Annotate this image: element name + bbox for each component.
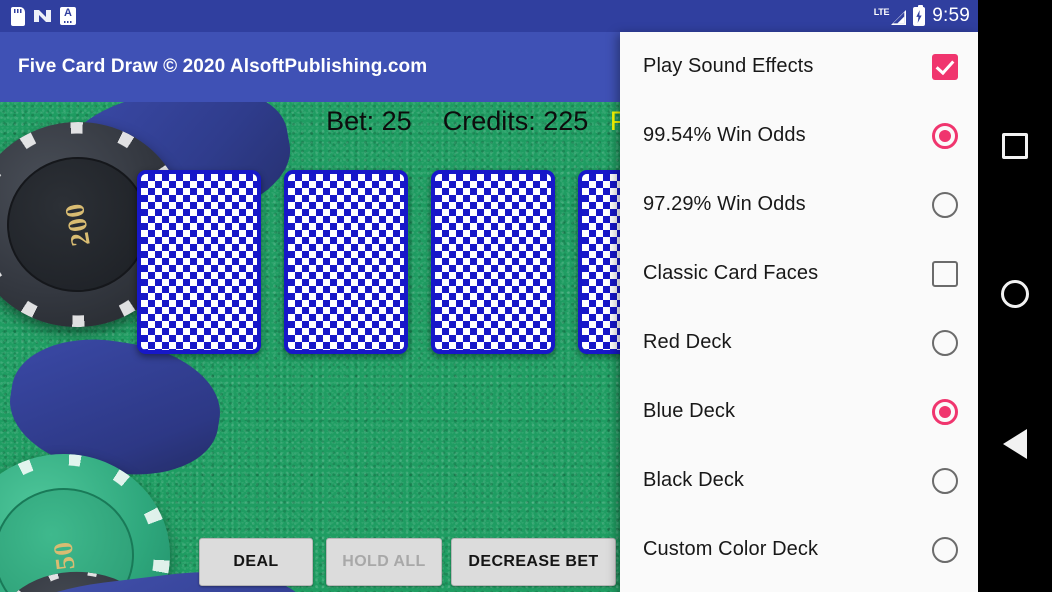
overflow-menu: Play Sound Effects 99.54% Win Odds 97.29… <box>620 32 978 592</box>
status-bar-system-icons: LTE 9:59 <box>873 4 978 27</box>
status-bar: A LTE 9:59 <box>0 0 978 32</box>
battery-charging-icon <box>913 4 926 26</box>
radio-black-deck[interactable] <box>932 467 958 494</box>
menu-item-play-sound-effects[interactable]: Play Sound Effects <box>620 32 978 101</box>
lte-signal-icon: LTE <box>873 6 907 25</box>
deal-button[interactable]: DEAL <box>199 538 313 586</box>
playing-card-3[interactable] <box>431 170 555 354</box>
menu-item-label: Blue Deck <box>643 400 736 422</box>
recents-icon[interactable] <box>1002 132 1028 159</box>
menu-item-custom-color-deck[interactable]: Custom Color Deck <box>620 515 978 584</box>
clock: 9:59 <box>932 5 970 26</box>
playing-card-2[interactable] <box>284 170 408 354</box>
menu-item-label: 97.29% Win Odds <box>643 193 806 215</box>
radio-99-54-win-odds[interactable] <box>932 122 958 149</box>
card-back-pattern <box>435 174 551 350</box>
sd-card-icon <box>11 6 25 26</box>
checkbox-classic-card-faces[interactable] <box>932 260 958 287</box>
hold-all-button: HOLD ALL <box>326 538 442 586</box>
menu-item-label: Black Deck <box>643 469 745 491</box>
menu-item-label: Classic Card Faces <box>643 262 819 284</box>
phone-screen: A LTE 9:59 Five Card Draw © 2020 AlsoftP… <box>0 0 978 592</box>
menu-item-red-deck[interactable]: Red Deck <box>620 308 978 377</box>
credits-amount: Credits: 225 <box>442 106 589 136</box>
menu-item-blue-deck[interactable]: Blue Deck <box>620 377 978 446</box>
app-title: Five Card Draw © 2020 AlsoftPublishing.c… <box>18 56 428 77</box>
status-bar-notification-icons: A <box>0 6 76 26</box>
app-badge-icon: A <box>60 7 76 25</box>
menu-item-label: Play Sound Effects <box>643 55 814 77</box>
card-back-pattern <box>288 174 404 350</box>
bet-amount: Bet: 25 <box>326 106 412 136</box>
decrease-bet-button[interactable]: DECREASE BET <box>451 538 616 586</box>
radio-custom-color-deck[interactable] <box>932 536 958 563</box>
menu-item-black-deck[interactable]: Black Deck <box>620 446 978 515</box>
menu-item-label: Custom Color Deck <box>643 538 819 560</box>
menu-item-classic-card-faces[interactable]: Classic Card Faces <box>620 239 978 308</box>
home-icon[interactable] <box>1001 279 1029 308</box>
menu-item-99-54-win-odds[interactable]: 99.54% Win Odds <box>620 101 978 170</box>
playing-card-1[interactable] <box>137 170 261 354</box>
radio-red-deck[interactable] <box>932 329 958 356</box>
radio-blue-deck[interactable] <box>932 398 958 425</box>
menu-item-97-29-win-odds[interactable]: 97.29% Win Odds <box>620 170 978 239</box>
android-n-icon <box>34 7 51 25</box>
back-icon[interactable] <box>1003 429 1027 460</box>
menu-item-label: 99.54% Win Odds <box>643 124 806 146</box>
android-navigation-bar <box>978 0 1052 592</box>
card-back-pattern <box>141 174 257 350</box>
radio-97-29-win-odds[interactable] <box>932 191 958 218</box>
lte-label: LTE <box>873 6 890 17</box>
checkbox-play-sound-effects[interactable] <box>932 53 958 80</box>
menu-item-label: Red Deck <box>643 331 732 353</box>
